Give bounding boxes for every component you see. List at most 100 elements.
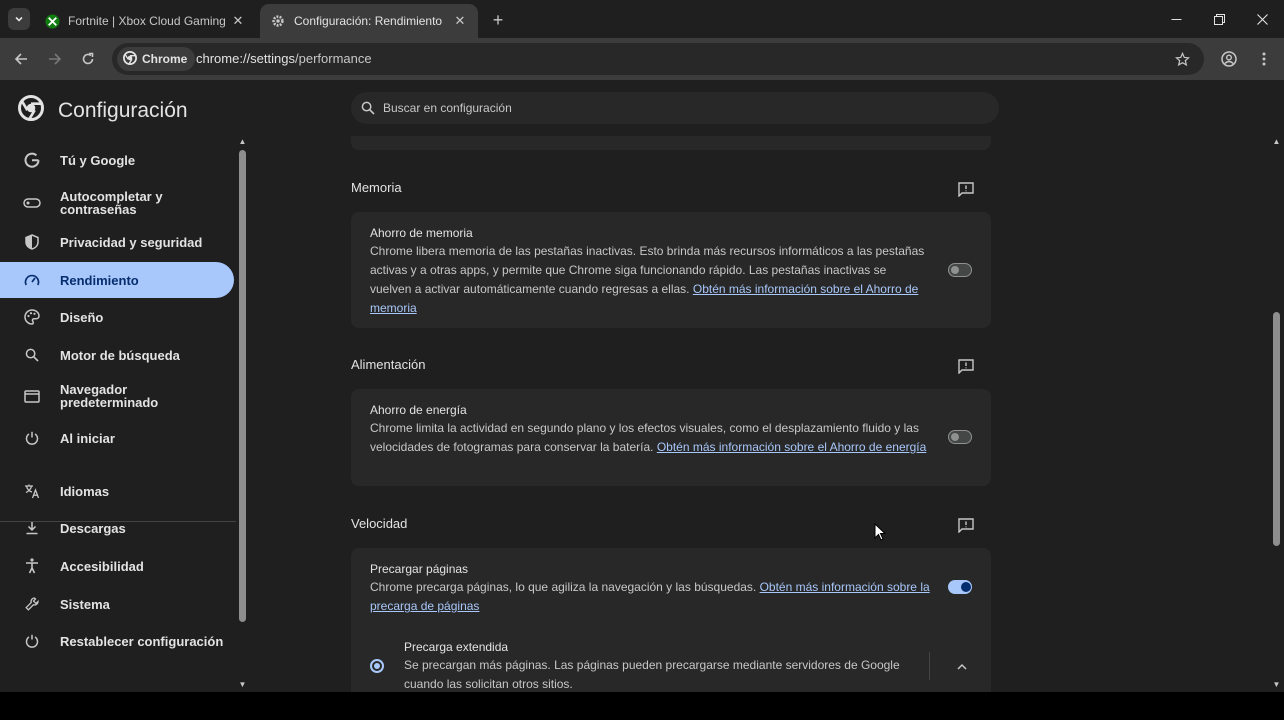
settings-sidebar: Tú y Google Autocompletar y contraseñas …	[0, 136, 236, 692]
restore-icon[interactable]	[1201, 6, 1237, 32]
sidebar-item-downloads[interactable]: Descargas	[0, 510, 234, 546]
scrollbar-thumb[interactable]	[239, 150, 246, 622]
sidebar-item-label: Descargas	[60, 520, 126, 536]
sidebar-item-label: Al iniciar	[60, 430, 115, 446]
sidebar-item-label: Tú y Google	[60, 152, 136, 168]
sidebar-item-reset[interactable]: Restablecer configuración	[0, 623, 234, 659]
search-icon	[361, 101, 375, 115]
tab-title: Fortnite | Xbox Cloud Gaming (	[68, 14, 230, 28]
reset-icon	[22, 631, 42, 651]
sidebar-item-label: Motor de búsqueda	[60, 347, 180, 363]
settings-search-input[interactable]: Buscar en configuración	[351, 92, 999, 124]
forward-icon[interactable]	[44, 48, 66, 70]
chevron-up-icon[interactable]	[952, 656, 972, 676]
translate-icon	[22, 481, 42, 501]
preload-title: Precargar páginas	[370, 562, 469, 576]
accessibility-icon	[22, 556, 42, 576]
feedback-icon[interactable]	[957, 516, 975, 534]
memory-saver-title: Ahorro de memoria	[370, 226, 473, 240]
toggle-knob	[961, 582, 971, 592]
google-icon	[22, 150, 42, 170]
profile-icon[interactable]	[1218, 48, 1240, 70]
sidebar-item-search-engine[interactable]: Motor de búsqueda	[0, 337, 234, 373]
scroll-down-icon[interactable]: ▼	[238, 681, 247, 689]
section-speed-header: Velocidad	[351, 516, 991, 540]
back-icon[interactable]	[10, 48, 32, 70]
preload-toggle[interactable]	[948, 580, 972, 594]
option-divider	[929, 652, 930, 680]
close-window-icon[interactable]	[1244, 6, 1280, 32]
energy-saver-learn-more-link[interactable]: Obtén más información sobre el Ahorro de…	[657, 440, 926, 454]
sidebar-item-label: Accesibilidad	[60, 558, 144, 574]
energy-saver-toggle[interactable]	[948, 430, 972, 444]
sidebar-item-label: Autocompletar y contraseñas	[60, 189, 163, 217]
speedometer-icon	[22, 270, 42, 290]
sidebar-item-default-browser[interactable]: Navegador predeterminado	[0, 376, 234, 416]
search-icon	[22, 345, 42, 365]
sidebar-item-label: Sistema	[60, 596, 110, 612]
sidebar-item-label: Privacidad y seguridad	[60, 234, 203, 250]
sidebar-item-autofill[interactable]: Autocompletar y contraseñas	[0, 183, 234, 223]
preload-description: Chrome precarga páginas, lo que agiliza …	[370, 578, 930, 616]
close-tab-icon[interactable]: ✕	[230, 13, 246, 29]
chrome-logo-icon	[18, 95, 44, 126]
sidebar-item-privacy[interactable]: Privacidad y seguridad	[0, 224, 234, 260]
wrench-icon	[22, 594, 42, 614]
key-icon	[22, 193, 42, 213]
extended-preload-description: Se precargan más páginas. Las páginas pu…	[404, 658, 900, 691]
sidebar-item-appearance[interactable]: Diseño	[0, 299, 234, 335]
sidebar-item-languages[interactable]: Idiomas	[0, 473, 234, 509]
sidebar-scrollbar[interactable]: ▲ ▼	[238, 136, 247, 692]
extended-preload-title: Precarga extendida	[404, 640, 509, 654]
search-placeholder: Buscar en configuración	[383, 101, 512, 115]
toolbar: Chrome chrome://settings/performance	[0, 38, 1284, 80]
scroll-down-icon[interactable]: ▼	[1272, 681, 1281, 689]
previous-card	[351, 136, 991, 150]
sidebar-item-label: Diseño	[60, 309, 104, 325]
section-heading: Velocidad	[351, 516, 408, 531]
url-text: chrome://settings/performance	[196, 51, 372, 66]
main-scrollbar[interactable]: ▲ ▼	[1271, 136, 1282, 692]
memory-saver-toggle[interactable]	[948, 263, 972, 277]
sidebar-item-label: Navegador predeterminado	[60, 382, 159, 410]
address-bar[interactable]: Chrome chrome://settings/performance	[112, 43, 1204, 75]
bookmark-star-icon[interactable]	[1172, 49, 1192, 69]
feedback-icon[interactable]	[957, 180, 975, 198]
energy-saver-card: Ahorro de energía Chrome limita la activ…	[351, 389, 991, 486]
close-tab-icon[interactable]: ✕	[452, 13, 468, 29]
menu-kebab-icon[interactable]	[1253, 48, 1275, 70]
toggle-knob	[951, 433, 959, 441]
sidebar-item-on-startup[interactable]: Al iniciar	[0, 420, 234, 456]
power-icon	[22, 428, 42, 448]
tab-xbox[interactable]: Fortnite | Xbox Cloud Gaming ( ✕	[34, 4, 256, 38]
tab-settings[interactable]: Configuración: Rendimiento ✕	[260, 4, 478, 38]
sidebar-item-performance[interactable]: Rendimiento	[0, 262, 234, 298]
minimize-icon[interactable]	[1158, 6, 1194, 32]
chrome-chip[interactable]: Chrome	[117, 47, 196, 71]
sidebar-item-label: Rendimiento	[60, 272, 139, 288]
reload-icon[interactable]	[77, 48, 99, 70]
sidebar-item-accessibility[interactable]: Accesibilidad	[0, 548, 234, 584]
extended-preload-radio[interactable]	[370, 659, 384, 673]
url-path: /performance	[295, 51, 372, 66]
sidebar-item-label: Idiomas	[60, 483, 110, 499]
section-power-header: Alimentación	[351, 357, 991, 381]
scroll-up-icon[interactable]: ▲	[238, 138, 247, 146]
new-tab-button[interactable]: +	[487, 9, 509, 31]
feedback-icon[interactable]	[957, 357, 975, 375]
section-heading: Alimentación	[351, 357, 426, 372]
download-icon	[22, 518, 42, 538]
toggle-knob	[951, 266, 959, 274]
tab-search-button[interactable]	[8, 8, 30, 30]
sidebar-item-system[interactable]: Sistema	[0, 586, 234, 622]
scroll-up-icon[interactable]: ▲	[1272, 138, 1281, 146]
settings-page: Configuración Buscar en configuración Tú…	[0, 80, 1284, 692]
sidebar-item-you-and-google[interactable]: Tú y Google	[0, 142, 234, 178]
preload-desc-text: Chrome precarga páginas, lo que agiliza …	[370, 580, 760, 594]
section-heading: Memoria	[351, 180, 402, 195]
settings-header: Configuración	[18, 95, 188, 126]
chrome-logo-icon	[123, 50, 137, 68]
memory-saver-card: Ahorro de memoria Chrome libera memoria …	[351, 212, 991, 328]
section-memory-header: Memoria	[351, 180, 991, 204]
scrollbar-thumb[interactable]	[1273, 312, 1280, 546]
